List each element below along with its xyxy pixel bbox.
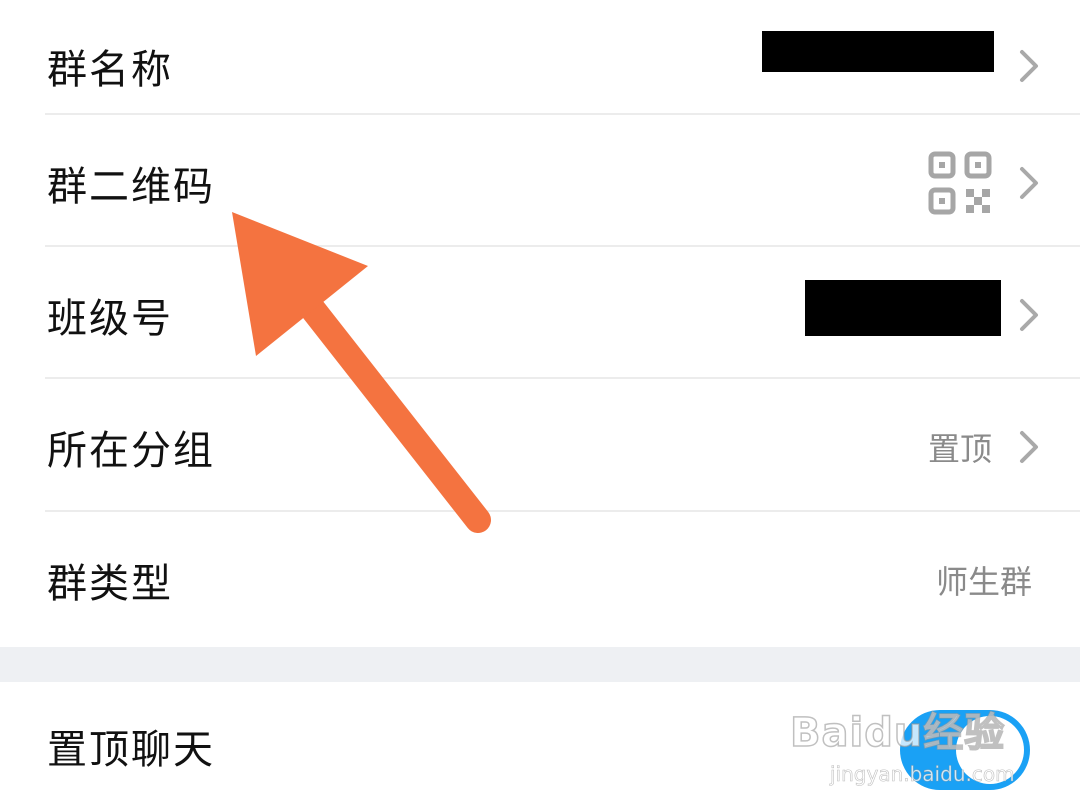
toggle-knob: [956, 716, 1024, 784]
chevron-right-icon: [1020, 167, 1038, 199]
group-qr-code-row[interactable]: 群二维码: [0, 117, 1080, 249]
section-gap: [0, 647, 1080, 682]
chevron-right-icon: [1020, 50, 1038, 82]
divider: [45, 377, 1080, 379]
redacted-class-number: [805, 280, 1001, 336]
group-name-label: 群名称: [47, 47, 173, 93]
group-qr-code-label: 群二维码: [47, 164, 215, 210]
class-number-label: 班级号: [47, 296, 173, 342]
group-category-value: 置顶: [927, 430, 992, 468]
qr-code-icon: [928, 151, 992, 215]
group-type-row: 群类型 师生群: [0, 514, 1080, 646]
group-category-row[interactable]: 所在分组 置顶: [0, 381, 1080, 513]
class-number-row[interactable]: 班级号: [0, 249, 1080, 381]
pin-chat-label: 置顶聊天: [47, 727, 215, 773]
divider: [45, 510, 1080, 512]
group-type-label: 群类型: [47, 561, 173, 607]
chevron-right-icon: [1020, 431, 1038, 463]
group-category-label: 所在分组: [47, 428, 215, 474]
chat-settings-section: 置顶聊天: [0, 682, 1080, 810]
chevron-right-icon: [1020, 299, 1038, 331]
divider: [45, 245, 1080, 247]
divider: [45, 113, 1080, 115]
group-type-value: 师生群: [935, 563, 1032, 601]
pin-chat-row: 置顶聊天: [0, 682, 1080, 810]
group-info-section: 群名称 群二维码 班级号 所在分组 置顶 群类型 师生群: [0, 0, 1080, 647]
redacted-group-name: [762, 31, 994, 72]
pin-chat-toggle[interactable]: [900, 710, 1030, 790]
